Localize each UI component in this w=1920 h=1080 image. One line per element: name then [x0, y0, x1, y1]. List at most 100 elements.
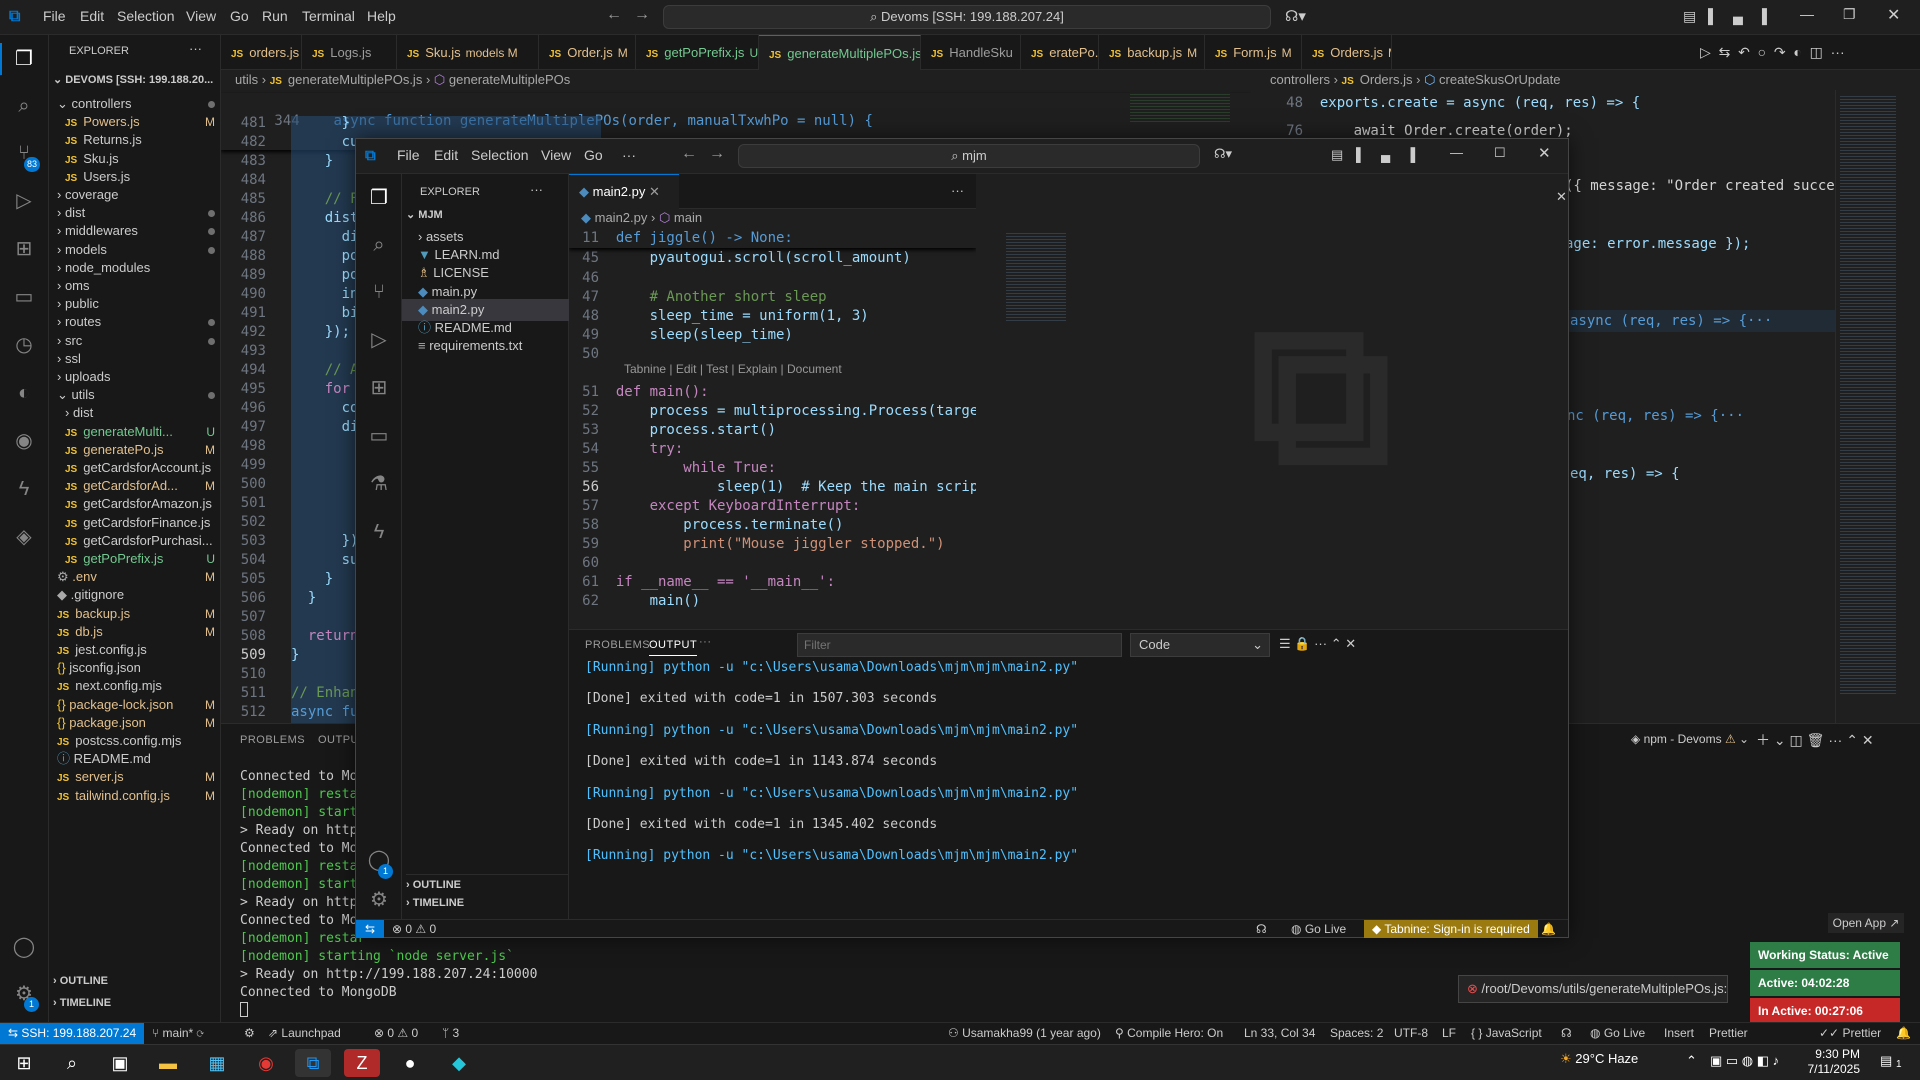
breadcrumb-item[interactable]: controllers: [1270, 72, 1330, 87]
timeline-section[interactable]: › TIMELINE: [53, 997, 111, 1009]
notification-center-icon[interactable]: ▤: [1880, 1053, 1892, 1069]
close-group-icon[interactable]: ✕: [1556, 189, 1567, 205]
menu-more[interactable]: ···: [622, 147, 636, 163]
remote-explorer-icon[interactable]: ▭: [365, 422, 393, 450]
run-debug-icon[interactable]: ▷: [10, 187, 38, 215]
weather-widget[interactable]: ☀ 29°C Haze: [1560, 1051, 1638, 1067]
menu-edit[interactable]: Edit: [80, 8, 104, 24]
timeline-icon[interactable]: ◷: [10, 331, 38, 359]
prettier-status[interactable]: ✓✓ Prettier: [1819, 1026, 1881, 1040]
tab-problems[interactable]: PROBLEMS: [240, 734, 305, 746]
menu-file[interactable]: File: [397, 147, 420, 163]
tab-10[interactable]: JS Orders.js M: [1302, 35, 1392, 70]
zoom-app-icon[interactable]: Z: [344, 1049, 380, 1077]
front-editor[interactable]: 44 scroll_amount = randint(-100, 100) #4…: [569, 229, 976, 629]
task-view-icon[interactable]: ▣: [102, 1049, 138, 1077]
python-icon[interactable]: ◈: [10, 523, 38, 551]
lock-icon[interactable]: 🔒: [1294, 636, 1310, 651]
search-icon[interactable]: ⌕: [10, 92, 38, 120]
output-channel-select[interactable]: Code ⌄: [1130, 633, 1270, 657]
run-icon[interactable]: ▷: [1700, 44, 1711, 60]
cursor-position[interactable]: Ln 33, Col 34: [1244, 1026, 1315, 1040]
start-icon[interactable]: ⊞: [6, 1049, 42, 1077]
split-terminal-icon[interactable]: ◫: [1790, 732, 1803, 748]
sync-icon[interactable]: ⚙: [244, 1026, 255, 1040]
remote-indicator[interactable]: ⇆ SSH: 199.188.207.24: [0, 1023, 145, 1044]
menu-view[interactable]: View: [541, 147, 571, 163]
maximize-panel-icon[interactable]: ⌃: [1846, 732, 1858, 748]
list-icon[interactable]: ☰: [1279, 636, 1291, 651]
tab-output[interactable]: OUTPUT: [649, 639, 698, 656]
command-center[interactable]: ⌕ Devoms [SSH: 199.188.207.24]: [663, 5, 1271, 29]
copilot-icon[interactable]: ☊: [1561, 1026, 1572, 1040]
breadcrumb-item[interactable]: generateMultiplePOs: [449, 72, 570, 87]
remote-explorer-icon[interactable]: ▭: [10, 283, 38, 311]
file-explorer-icon[interactable]: ▬: [150, 1049, 186, 1077]
tab-5[interactable]: JSgenerateMultiplePOs.jsU ✕: [759, 35, 921, 70]
compile-hero[interactable]: ⚲ Compile Hero: On: [1115, 1026, 1223, 1040]
trash-icon[interactable]: 🗑: [1807, 732, 1825, 748]
app-icon[interactable]: ●: [392, 1049, 428, 1077]
root-folder[interactable]: ⌄ DEVOMS [SSH: 199.188.20...: [53, 73, 213, 86]
tray-icons[interactable]: ▣ ▭ ◍ ◧ ♪: [1710, 1053, 1779, 1069]
git-blame[interactable]: ⚇ Usamakha99 (1 year ago): [948, 1026, 1101, 1040]
breadcrumb-item[interactable]: main2.py: [595, 210, 648, 225]
filter-input[interactable]: [797, 633, 1122, 657]
clock[interactable]: 9:30 PM 7/11/2025: [1790, 1047, 1861, 1077]
add-terminal-icon[interactable]: ＋: [1756, 732, 1770, 748]
codelens[interactable]: Tabnine | Edit | Test | Explain | Docume…: [624, 362, 842, 376]
timeline-section[interactable]: › TIMELINE: [406, 897, 464, 909]
copilot-icon[interactable]: ☊: [1256, 922, 1267, 936]
extensions-icon[interactable]: ⊞: [10, 235, 38, 263]
go-live-button[interactable]: ◍ Go Live: [1291, 922, 1346, 936]
testing-icon[interactable]: ⚗: [365, 470, 393, 498]
menu-file[interactable]: File: [43, 8, 66, 24]
close-panel-icon[interactable]: ✕: [1345, 636, 1356, 651]
explorer-icon[interactable]: ❐: [365, 184, 393, 212]
circle-icon[interactable]: ○: [1758, 44, 1766, 60]
more-icon[interactable]: ···: [1314, 636, 1327, 651]
settings-gear-icon[interactable]: ⚙: [365, 886, 393, 914]
branch[interactable]: ⑂ main* ⟳: [152, 1026, 204, 1040]
menu-selection[interactable]: Selection: [471, 147, 529, 163]
tab-0[interactable]: JSorders.jsM: [221, 35, 302, 70]
open-app-button[interactable]: Open App ↗: [1828, 913, 1904, 933]
tab-output[interactable]: OUTPU: [318, 734, 359, 746]
accounts-icon[interactable]: ◯: [10, 933, 38, 961]
go-live[interactable]: ◍ Go Live: [1590, 1026, 1645, 1040]
toggle-panel-icon[interactable]: ▄: [1733, 8, 1743, 24]
menu-terminal[interactable]: Terminal: [302, 8, 355, 24]
back-arrow-icon[interactable]: ←: [606, 6, 622, 24]
run-debug-icon[interactable]: ▷: [365, 326, 393, 354]
github-icon[interactable]: ◐: [10, 379, 38, 407]
problems-count[interactable]: ⊗ 0 ⚠ 0: [374, 1026, 418, 1040]
lightning-icon[interactable]: ϟ: [10, 475, 38, 503]
chevron-up-icon[interactable]: ⌃: [1686, 1053, 1697, 1069]
outline-section[interactable]: › OUTLINE: [406, 874, 569, 891]
output-log[interactable]: [Running] python -u "c:\Users\usama\Down…: [585, 660, 1078, 864]
app-icon-2[interactable]: ◆: [441, 1049, 477, 1077]
tree-item[interactable]: JS tailwind.config.js M: [57, 785, 221, 807]
minimap[interactable]: [1835, 90, 1905, 723]
close-tab-icon[interactable]: ✕: [649, 184, 660, 199]
breadcrumb-item[interactable]: utils: [235, 72, 258, 87]
maximize-panel-icon[interactable]: ⌃: [1331, 636, 1342, 651]
undo-icon[interactable]: ↶: [1738, 44, 1750, 60]
minimap[interactable]: [1006, 231, 1066, 321]
remote-icon[interactable]: ⇆: [356, 920, 384, 938]
tab-main2-py[interactable]: ◆ main2.py ✕: [569, 174, 679, 209]
toggle-sidebar-icon[interactable]: ▌: [1708, 8, 1718, 24]
tab-1[interactable]: JS Logs.js: [302, 35, 397, 70]
tab-problems[interactable]: PROBLEMS: [585, 639, 650, 651]
tab-2[interactable]: JS Sku.js models M: [397, 35, 539, 70]
terminal-selector[interactable]: ◈ npm - Devoms ⚠ ⌄: [1631, 732, 1749, 746]
menu-selection[interactable]: Selection: [117, 8, 175, 24]
prettier[interactable]: Prettier: [1709, 1026, 1748, 1040]
forward-arrow-icon[interactable]: →: [634, 6, 650, 24]
insert-mode[interactable]: Insert: [1664, 1026, 1694, 1040]
tab-4[interactable]: JS getPoPrefix.js U: [636, 35, 759, 70]
more-actions-icon[interactable]: ···: [189, 41, 202, 56]
tab-6[interactable]: JS HandleSku: [921, 35, 1021, 70]
restore-icon[interactable]: ❐: [1843, 6, 1856, 23]
breadcrumb-item[interactable]: createSkusOrUpdate: [1439, 72, 1560, 87]
